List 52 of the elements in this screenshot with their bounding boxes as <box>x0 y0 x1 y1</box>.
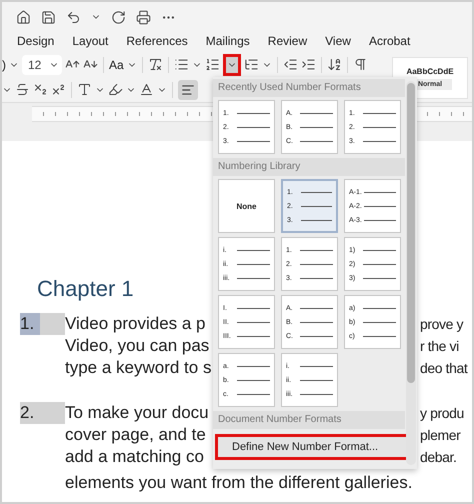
section-header: Document Number Formats <box>213 411 405 429</box>
paragraph-text: deo that <box>420 359 468 378</box>
font-name-field[interactable]: ) <box>2 58 6 72</box>
strikethrough-icon[interactable] <box>15 82 30 97</box>
paragraph-text: prove y <box>420 315 464 334</box>
style-preview: AaBbCcDdE <box>406 66 454 76</box>
paragraph-text: To make your docu <box>65 402 210 424</box>
paragraph-text: y produ <box>420 404 464 423</box>
numbering-dropdown-button[interactable] <box>222 54 241 76</box>
section-header: Recently Used Number Formats <box>213 79 405 97</box>
undo-icon[interactable] <box>66 10 81 24</box>
clear-formatting-icon[interactable] <box>148 57 163 72</box>
font-color-icon[interactable] <box>139 82 154 97</box>
scrollbar[interactable] <box>406 81 416 465</box>
section-header: Numbering Library <box>213 158 405 176</box>
pilcrow-icon[interactable] <box>352 57 368 72</box>
paragraph-text: debar. <box>420 448 457 467</box>
redo-icon[interactable] <box>111 10 126 24</box>
multilevel-list-icon[interactable] <box>244 57 259 72</box>
paragraph-text: elements you want from the different galleries. <box>65 472 412 494</box>
paragraph-text: plemer <box>420 426 460 445</box>
paragraph-text: add a matching co <box>65 446 205 468</box>
menu-tab[interactable]: Layout <box>63 34 118 48</box>
numbering-icon[interactable] <box>204 57 220 72</box>
menu-tab[interactable]: Acrobat <box>360 34 420 48</box>
menu-tab[interactable]: Mailings <box>196 34 259 48</box>
bullets-icon[interactable] <box>174 57 189 72</box>
save-icon[interactable] <box>41 10 56 24</box>
menu-tab[interactable]: References <box>117 34 197 48</box>
change-case-button[interactable]: Aa <box>109 58 124 72</box>
sort-icon[interactable] <box>326 57 342 72</box>
menu-tab[interactable]: View <box>316 34 360 48</box>
numbering-format-tile[interactable]: None <box>218 179 275 233</box>
increase-indent-icon[interactable] <box>300 57 316 72</box>
highlighter-icon[interactable] <box>108 82 123 97</box>
list-number: 2. <box>20 402 65 424</box>
print-icon[interactable] <box>136 10 151 24</box>
paragraph-text: type a keyword to s <box>65 357 212 379</box>
text-effects-icon[interactable] <box>77 82 92 97</box>
list-number: 1. <box>20 313 65 335</box>
paragraph-text: r the vi <box>420 337 459 356</box>
menu-tab[interactable]: Design <box>8 34 64 48</box>
home-icon[interactable] <box>16 10 31 24</box>
menu-tab[interactable]: Review <box>258 34 316 48</box>
subscript-icon[interactable] <box>33 82 48 97</box>
chapter-heading: Chapter 1 <box>37 275 134 303</box>
decrease-indent-icon[interactable] <box>282 57 298 72</box>
superscript-icon[interactable] <box>51 82 66 97</box>
paragraph-text: Video provides a p <box>65 313 207 335</box>
font-size-field[interactable]: 12 <box>22 54 62 74</box>
paragraph-text: Video, you can pas <box>65 335 210 357</box>
paragraph-text: cover page, and te <box>65 424 207 446</box>
